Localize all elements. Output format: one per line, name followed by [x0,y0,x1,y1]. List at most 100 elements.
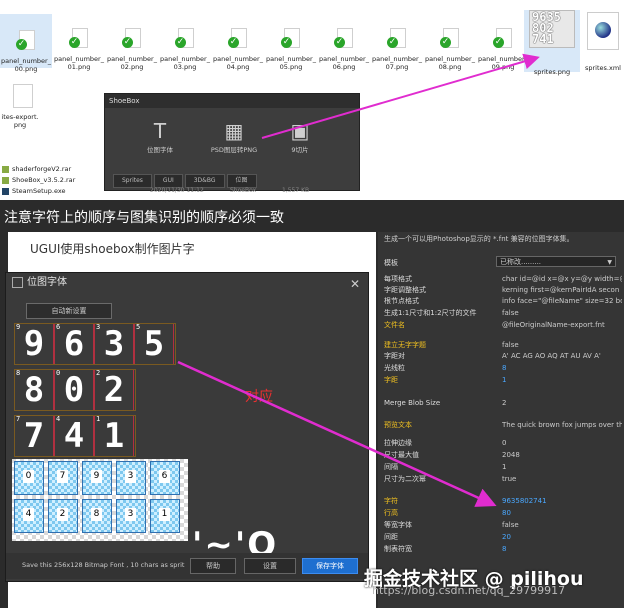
file-label: ites-export. png [1,113,39,129]
setting-value[interactable]: 8 [502,544,622,555]
setting-value[interactable]: true [502,474,622,485]
file-item-export-png[interactable]: ites-export. png [0,84,40,129]
close-icon[interactable]: ✕ [350,277,360,291]
tool-9-slice[interactable]: ▣ 9切片 [265,118,335,154]
dialog-title: 位图字体 [27,277,67,288]
setting-value[interactable]: 1 [502,375,622,386]
setting-value[interactable]: 1 [502,462,622,473]
setting-row[interactable]: 制表符宽 8 [384,544,622,555]
file-item-png[interactable]: ✓ panel_number_ 00.png [0,14,52,73]
png-file-icon: ✓ [15,30,37,54]
settings-panel: 生成一个可以用Photoshop显示的 *.fnt 兼容的位图字体集。 模板 每… [378,232,624,608]
tool-label: 位图字体 [147,146,173,154]
file-item-sprites-png[interactable]: 9635 802 741 sprites.png [524,10,580,76]
row-frame [14,323,176,365]
file-label: panel_number_ 07.png [372,55,422,71]
setting-value[interactable]: kerning first=@kernPairIdA secon [502,285,622,296]
file-label: panel_number_ 06.png [319,55,369,71]
setting-key: 建立无字字题 [384,341,426,349]
file-item-png[interactable]: ✓ panel_number_ 09.png [477,28,529,71]
sprites-thumbnail: 9635 802 741 [529,10,575,48]
setting-row[interactable]: 等宽字体 false [384,520,622,531]
check-icon: ✓ [175,37,186,48]
setting-value[interactable]: false [502,520,622,531]
chevron-down-icon: ▼ [607,259,612,266]
auto-settings-button[interactable]: 自动新设置 [26,303,112,319]
file-item-sprites-xml[interactable]: sprites.xml [582,12,624,72]
setting-row[interactable]: 字符 9635802741 [384,496,622,507]
setting-value[interactable]: 20 [502,532,622,543]
setting-value[interactable]: false [502,340,622,351]
setting-value[interactable]: 0 [502,438,622,449]
list-item[interactable]: ShoeBox_v3.5.2.rar [2,176,75,184]
setting-value[interactable]: 2048 [502,450,622,461]
setting-row[interactable]: 字距调整格式 kerning first=@kernPairIdA secon [384,285,622,296]
setting-value[interactable]: false [502,308,622,319]
setting-row[interactable]: 生成1:1尺寸和1:2尺寸的文件 false [384,308,622,319]
file-item-png[interactable]: ✓ panel_number_ 08.png [424,28,476,71]
check-icon: ✓ [281,37,292,48]
tool-label: 9切片 [291,146,309,154]
atlas-cell: 0 [14,461,44,495]
file-item-png[interactable]: ✓ panel_number_ 07.png [371,28,423,71]
setting-value[interactable]: 80 [502,508,622,519]
setting-row[interactable]: 每项格式 char id=@id x=@x y=@y width=@ [384,274,622,285]
settings-button[interactable]: 设置 [244,558,296,574]
template-select[interactable]: 已称改......... ▼ [496,256,616,267]
text-icon: T [153,119,167,143]
list-item[interactable]: shaderforgeV2.rar [2,165,71,173]
template-label: 模板 [384,259,398,267]
setting-value[interactable]: info face="@fileName" size=32 bo [502,296,622,307]
png-file-icon: ✓ [386,28,408,52]
setting-row[interactable]: 间隔 1 [384,462,622,473]
setting-row[interactable]: 间距 20 [384,532,622,543]
article-heading: 注意字符上的顺序与图集识别的顺序必须一致 [4,210,284,226]
setting-row[interactable]: 拉伸边缘 0 [384,438,622,449]
setting-value[interactable]: 8 [502,363,622,374]
setting-value[interactable]: The quick brown fox jumps over th [502,420,622,431]
setting-value[interactable]: 9635802741 [502,496,622,507]
setting-row[interactable]: 文件名 @fileOriginalName-export.fnt [384,320,622,331]
file-item-png[interactable]: ✓ panel_number_ 04.png [212,28,264,71]
setting-key: 文件名 [384,321,405,329]
tab-bitmap[interactable]: 位图 [226,174,257,188]
setting-value[interactable]: @fileOriginalName-export.fnt [502,320,622,331]
setting-value[interactable]: 2 [502,398,622,409]
file-item-png[interactable]: ✓ panel_number_ 02.png [106,28,158,71]
tab-sprites[interactable]: Sprites [113,174,152,188]
setting-row[interactable]: 行高 80 [384,508,622,519]
list-item[interactable]: SteamSetup.exe [2,187,66,195]
setting-key: 制表符宽 [384,545,412,553]
atlas-cell-label: 1 [159,508,170,521]
tab-gui[interactable]: GUI [153,174,183,188]
file-item-png[interactable]: ✓ panel_number_ 03.png [159,28,211,71]
setting-value[interactable]: A' AC AG AO AQ AT AU AV A' [502,351,622,362]
setting-row[interactable]: 光线粒 8 [384,363,622,374]
sub-heading: UGUI使用shoebox制作图片字 [30,242,195,256]
dialog-footer: Save this 256x128 Bitmap Font , 10 chars… [6,553,368,579]
setting-row[interactable]: 尺寸为二次幂 true [384,474,622,485]
setting-row[interactable]: 尺寸最大值 2048 [384,450,622,461]
file-item-png[interactable]: ✓ panel_number_ 06.png [318,28,370,71]
tool-psd-to-png[interactable]: ▦ PSD图层转PNG [199,118,269,154]
atlas-cell: 4 [14,499,44,533]
atlas-cell: 2 [48,499,78,533]
tab-3d-bg[interactable]: 3D&BG [184,174,225,188]
setting-row[interactable]: 预览文本 The quick brown fox jumps over th [384,420,622,431]
check-icon: ✓ [493,37,504,48]
tool-bitmap-font[interactable]: T 位图字体 [125,118,195,154]
setting-row[interactable]: 字距对 A' AC AG AO AQ AT AU AV A' [384,351,622,362]
shoebox-tabs: Sprites GUI 3D&BG 位图 [113,174,259,188]
setting-row[interactable]: Merge Blob Size 2 [384,398,622,409]
setting-key: 等宽字体 [384,521,412,529]
png-file-icon [5,84,35,110]
help-button[interactable]: 帮助 [190,558,236,574]
setting-row[interactable]: 根节点格式 info face="@fileName" size=32 bo [384,296,622,307]
setting-value[interactable]: char id=@id x=@x y=@y width=@ [502,274,622,285]
setting-row[interactable]: 建立无字字题 false [384,340,622,351]
save-font-button[interactable]: 保存字体 [302,558,358,574]
row-date: 2020/11/30 11:12 [150,187,204,194]
file-item-png[interactable]: ✓ panel_number_ 01.png [53,28,105,71]
file-item-png[interactable]: ✓ panel_number_ 05.png [265,28,317,71]
setting-row[interactable]: 字距 1 [384,375,622,386]
